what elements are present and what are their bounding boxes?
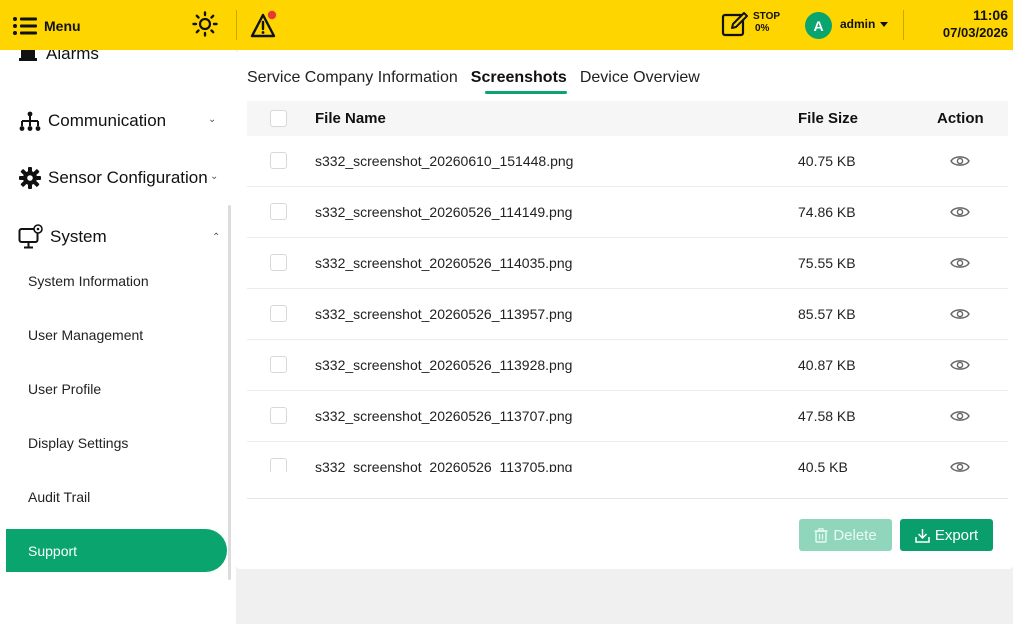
table-row: s332_screenshot_20260526_113957.png 85.5…	[247, 289, 1008, 340]
file-size-cell: 74.86 KB	[798, 204, 856, 220]
sidebar-item-label: Communication	[48, 111, 167, 130]
clock-date: 07/03/2026	[942, 25, 1008, 40]
brightness-icon[interactable]	[192, 11, 218, 37]
sidebar-item-label: Support	[28, 542, 78, 559]
top-bar: Menu STOP 0% A admin 11:06 07/03/2026	[0, 0, 1013, 50]
file-name-cell: s332_screenshot_20260526_113705.png	[315, 459, 573, 472]
view-eye-icon[interactable]	[950, 357, 970, 373]
file-size-cell: 47.58 KB	[798, 408, 856, 424]
clock-time: 11:06	[972, 7, 1008, 23]
chevron-down-icon: ⌄	[210, 171, 219, 182]
row-checkbox[interactable]	[270, 152, 287, 169]
sidebar-subitem-system-information[interactable]: System Information	[28, 273, 149, 289]
sidebar-subitem-audit-trail[interactable]: Audit Trail	[28, 489, 90, 505]
alarm-warning-icon[interactable]	[250, 10, 282, 40]
sidebar-item-communication[interactable]: Communication ⌄	[18, 108, 223, 134]
file-name-cell: s332_screenshot_20260526_113928.png	[315, 357, 573, 373]
view-eye-icon[interactable]	[950, 153, 970, 169]
topbar-divider	[236, 10, 237, 40]
sidebar-item-alarms[interactable]: Alarms	[18, 50, 99, 66]
delete-button[interactable]: Delete	[799, 519, 892, 551]
file-name-cell: s332_screenshot_20260526_114035.png	[315, 255, 573, 271]
sidebar-subitem-support[interactable]: Support	[6, 529, 227, 572]
view-eye-icon[interactable]	[950, 306, 970, 322]
chevron-up-icon: ⌃	[212, 232, 221, 243]
sidebar-subitem-display-settings[interactable]: Display Settings	[28, 435, 128, 451]
delete-label: Delete	[833, 526, 877, 544]
file-size-cell: 40.87 KB	[798, 357, 856, 373]
table-footer-divider	[247, 498, 1008, 499]
user-dropdown-caret-icon[interactable]	[880, 22, 888, 27]
trash-icon	[814, 527, 828, 543]
sidebar-scrollbar[interactable]	[228, 205, 231, 580]
sidebar-item-label: System	[50, 227, 107, 246]
sidebar-subitem-user-management[interactable]: User Management	[28, 327, 143, 343]
tab-device-overview[interactable]: Device Overview	[580, 69, 700, 87]
menu-icon	[13, 16, 37, 35]
avatar[interactable]: A	[805, 12, 832, 39]
export-button[interactable]: Export	[900, 519, 993, 551]
file-size-cell: 40.75 KB	[798, 153, 856, 169]
sidebar-item-system[interactable]: System ⌃	[18, 224, 223, 250]
menu-label: Menu	[44, 17, 81, 34]
table-row: s332_screenshot_20260526_113707.png 47.5…	[247, 391, 1008, 442]
view-eye-icon[interactable]	[950, 459, 970, 472]
table-row: s332_screenshot_20260526_113928.png 40.8…	[247, 340, 1008, 391]
file-size-cell: 75.55 KB	[798, 255, 856, 271]
tab-service-company-information[interactable]: Service Company Information	[247, 69, 458, 87]
row-checkbox[interactable]	[270, 407, 287, 424]
monitor-gear-icon	[18, 224, 43, 249]
select-all-checkbox[interactable]	[270, 110, 287, 127]
view-eye-icon[interactable]	[950, 408, 970, 424]
alarm-bell-icon	[19, 50, 37, 61]
column-header-file-name[interactable]: File Name	[315, 110, 386, 127]
stop-status: STOP 0%	[753, 11, 780, 35]
topbar-divider	[903, 10, 904, 40]
table-row: s332_screenshot_20260526_113705.png 40.5…	[247, 442, 1008, 472]
table-row: s332_screenshot_20260526_114035.png 75.5…	[247, 238, 1008, 289]
sidebar-item-label: Alarms	[46, 50, 99, 63]
row-checkbox[interactable]	[270, 203, 287, 220]
download-icon	[915, 528, 930, 543]
tab-screenshots[interactable]: Screenshots	[471, 69, 567, 94]
row-checkbox[interactable]	[270, 458, 287, 472]
sidebar-item-sensor-configuration[interactable]: Sensor Configuration ⌄	[18, 165, 223, 191]
file-size-cell: 85.57 KB	[798, 306, 856, 322]
sidebar-item-label: Sensor Configuration	[48, 168, 208, 187]
row-checkbox[interactable]	[270, 356, 287, 373]
table-body[interactable]: s332_screenshot_20260610_151448.png 40.7…	[247, 136, 1008, 472]
file-name-cell: s332_screenshot_20260526_113957.png	[315, 306, 573, 322]
file-name-cell: s332_screenshot_20260610_151448.png	[315, 153, 574, 169]
view-eye-icon[interactable]	[950, 255, 970, 271]
stop-label: STOP	[753, 11, 781, 22]
tab-bar: Service Company Information Screenshots …	[247, 66, 713, 94]
stop-percent: 0%	[755, 23, 770, 34]
stop-note-icon[interactable]	[720, 9, 750, 39]
row-checkbox[interactable]	[270, 305, 287, 322]
sidebar-subitem-user-profile[interactable]: User Profile	[28, 381, 101, 397]
chevron-down-icon: ⌄	[208, 114, 217, 125]
column-header-file-size[interactable]: File Size	[798, 110, 858, 127]
network-icon	[19, 111, 41, 131]
gear-icon	[19, 167, 41, 189]
file-name-cell: s332_screenshot_20260526_113707.png	[315, 408, 573, 424]
view-eye-icon[interactable]	[950, 204, 970, 220]
table-row: s332_screenshot_20260526_114149.png 74.8…	[247, 187, 1008, 238]
table-row: s332_screenshot_20260610_151448.png 40.7…	[247, 136, 1008, 187]
file-name-cell: s332_screenshot_20260526_114149.png	[315, 204, 573, 220]
row-checkbox[interactable]	[270, 254, 287, 271]
sidebar: Alarms Communication ⌄ Sensor Configurat…	[0, 50, 236, 624]
file-size-cell: 40.5 KB	[798, 459, 848, 472]
export-label: Export	[934, 526, 979, 544]
table-header: File Name File Size Action	[247, 101, 1008, 136]
column-header-action: Action	[937, 110, 984, 127]
user-name[interactable]: admin	[840, 17, 875, 31]
